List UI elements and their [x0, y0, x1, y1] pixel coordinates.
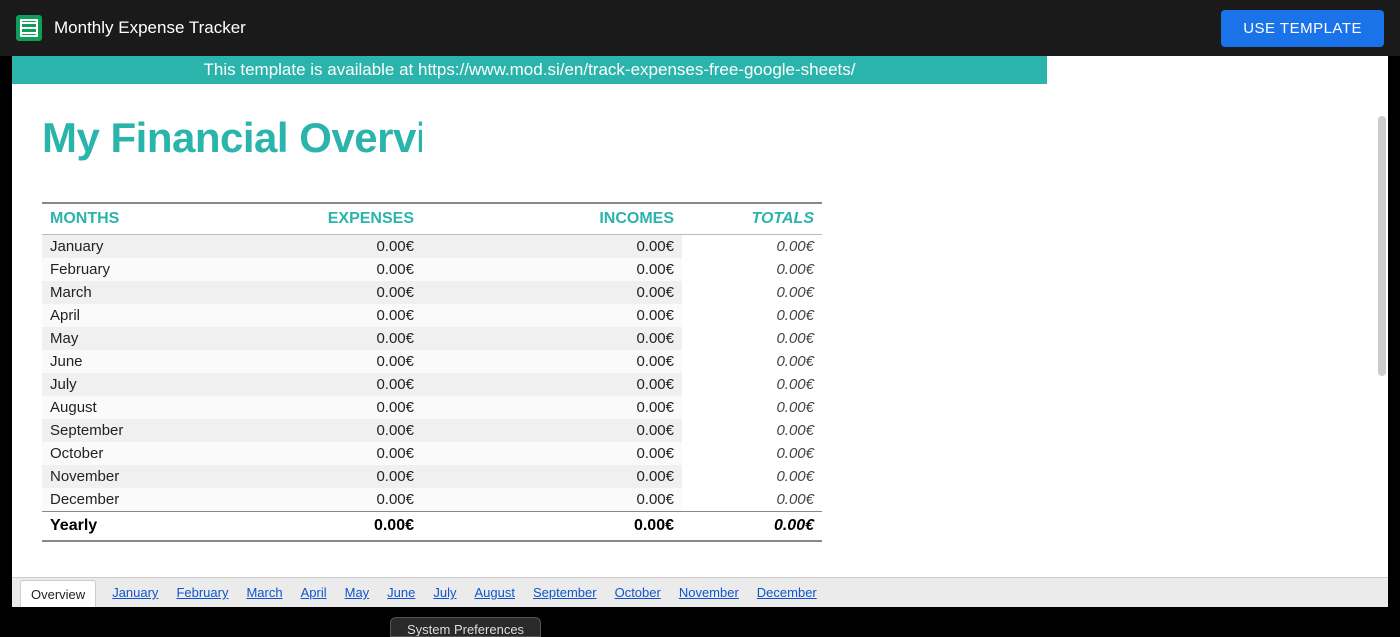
- cell-month[interactable]: May: [42, 327, 162, 350]
- cell-income[interactable]: 0.00€: [422, 258, 682, 281]
- info-banner: This template is available at https://ww…: [12, 56, 1047, 84]
- tab-may[interactable]: May: [345, 585, 370, 600]
- col-header-totals: TOTALS: [682, 203, 822, 235]
- yearly-label: Yearly: [42, 512, 162, 542]
- cell-month[interactable]: July: [42, 373, 162, 396]
- document-title: Monthly Expense Tracker: [54, 18, 246, 38]
- cell-expense[interactable]: 0.00€: [162, 373, 422, 396]
- cell-expense[interactable]: 0.00€: [162, 281, 422, 304]
- tab-april[interactable]: April: [301, 585, 327, 600]
- sheet-frame: This template is available at https://ww…: [12, 56, 1388, 607]
- tab-january[interactable]: January: [112, 585, 158, 600]
- table-row[interactable]: May0.00€0.00€0.00€: [42, 327, 822, 350]
- tab-december[interactable]: December: [757, 585, 817, 600]
- cell-expense[interactable]: 0.00€: [162, 419, 422, 442]
- cell-income[interactable]: 0.00€: [422, 304, 682, 327]
- cell-total[interactable]: 0.00€: [682, 327, 822, 350]
- yearly-incomes: 0.00€: [422, 512, 682, 542]
- cell-total[interactable]: 0.00€: [682, 419, 822, 442]
- tab-june[interactable]: June: [387, 585, 415, 600]
- table-row[interactable]: October0.00€0.00€0.00€: [42, 442, 822, 465]
- cell-month[interactable]: September: [42, 419, 162, 442]
- page-title: My Financial Overview: [42, 114, 422, 162]
- cell-income[interactable]: 0.00€: [422, 442, 682, 465]
- cell-total[interactable]: 0.00€: [682, 373, 822, 396]
- system-preferences-popup[interactable]: System Preferences: [390, 617, 541, 637]
- cell-month[interactable]: January: [42, 235, 162, 259]
- cell-income[interactable]: 0.00€: [422, 396, 682, 419]
- vertical-scrollbar-thumb[interactable]: [1378, 116, 1386, 376]
- yearly-total: 0.00€: [682, 512, 822, 542]
- table-row[interactable]: March0.00€0.00€0.00€: [42, 281, 822, 304]
- cell-total[interactable]: 0.00€: [682, 442, 822, 465]
- tab-november[interactable]: November: [679, 585, 739, 600]
- cell-month[interactable]: April: [42, 304, 162, 327]
- cell-expense[interactable]: 0.00€: [162, 396, 422, 419]
- cell-income[interactable]: 0.00€: [422, 488, 682, 512]
- table-row[interactable]: November0.00€0.00€0.00€: [42, 465, 822, 488]
- cell-month[interactable]: December: [42, 488, 162, 512]
- overview-table: MONTHS EXPENSES INCOMES TOTALS January0.…: [42, 202, 822, 542]
- cell-income[interactable]: 0.00€: [422, 235, 682, 259]
- table-row[interactable]: August0.00€0.00€0.00€: [42, 396, 822, 419]
- sheet-tabstrip: Overview January February March April May Jun…: [12, 577, 1388, 607]
- table-row[interactable]: February0.00€0.00€0.00€: [42, 258, 822, 281]
- cell-income[interactable]: 0.00€: [422, 350, 682, 373]
- topbar-left: Monthly Expense Tracker: [16, 15, 246, 41]
- cell-expense[interactable]: 0.00€: [162, 235, 422, 259]
- cell-expense[interactable]: 0.00€: [162, 327, 422, 350]
- table-row[interactable]: December0.00€0.00€0.00€: [42, 488, 822, 512]
- cell-total[interactable]: 0.00€: [682, 304, 822, 327]
- col-header-incomes: INCOMES: [422, 203, 682, 235]
- yearly-expenses: 0.00€: [162, 512, 422, 542]
- cell-expense[interactable]: 0.00€: [162, 442, 422, 465]
- content-area: My Financial Overview MONTHS EXPENSES IN…: [12, 84, 837, 542]
- cell-income[interactable]: 0.00€: [422, 281, 682, 304]
- table-row[interactable]: April0.00€0.00€0.00€: [42, 304, 822, 327]
- tab-february[interactable]: February: [176, 585, 228, 600]
- cell-income[interactable]: 0.00€: [422, 373, 682, 396]
- yearly-row: Yearly 0.00€ 0.00€ 0.00€: [42, 512, 822, 542]
- tab-march[interactable]: March: [246, 585, 282, 600]
- cell-total[interactable]: 0.00€: [682, 396, 822, 419]
- table-header-row: MONTHS EXPENSES INCOMES TOTALS: [42, 203, 822, 235]
- tab-july[interactable]: July: [433, 585, 456, 600]
- table-row[interactable]: September0.00€0.00€0.00€: [42, 419, 822, 442]
- cell-month[interactable]: June: [42, 350, 162, 373]
- cell-expense[interactable]: 0.00€: [162, 488, 422, 512]
- cell-expense[interactable]: 0.00€: [162, 350, 422, 373]
- col-header-months: MONTHS: [42, 203, 162, 235]
- cell-total[interactable]: 0.00€: [682, 488, 822, 512]
- col-header-expenses: EXPENSES: [162, 203, 422, 235]
- cell-month[interactable]: February: [42, 258, 162, 281]
- cell-total[interactable]: 0.00€: [682, 235, 822, 259]
- tab-overview[interactable]: Overview: [20, 580, 96, 608]
- topbar: Monthly Expense Tracker USE TEMPLATE: [0, 0, 1400, 56]
- tab-links-group: January February March April May June July Augu…: [112, 585, 817, 600]
- cell-total[interactable]: 0.00€: [682, 258, 822, 281]
- cell-month[interactable]: November: [42, 465, 162, 488]
- cell-income[interactable]: 0.00€: [422, 327, 682, 350]
- cell-month[interactable]: October: [42, 442, 162, 465]
- cell-income[interactable]: 0.00€: [422, 419, 682, 442]
- tab-august[interactable]: August: [475, 585, 515, 600]
- cell-expense[interactable]: 0.00€: [162, 304, 422, 327]
- table-row[interactable]: June0.00€0.00€0.00€: [42, 350, 822, 373]
- sheets-icon: [16, 15, 42, 41]
- cell-total[interactable]: 0.00€: [682, 465, 822, 488]
- cell-total[interactable]: 0.00€: [682, 281, 822, 304]
- cell-income[interactable]: 0.00€: [422, 465, 682, 488]
- table-row[interactable]: July0.00€0.00€0.00€: [42, 373, 822, 396]
- use-template-button[interactable]: USE TEMPLATE: [1221, 10, 1384, 47]
- cell-expense[interactable]: 0.00€: [162, 258, 422, 281]
- cell-expense[interactable]: 0.00€: [162, 465, 422, 488]
- cell-total[interactable]: 0.00€: [682, 350, 822, 373]
- cell-month[interactable]: March: [42, 281, 162, 304]
- tab-september[interactable]: September: [533, 585, 597, 600]
- cell-month[interactable]: August: [42, 396, 162, 419]
- tab-october[interactable]: October: [615, 585, 661, 600]
- table-row[interactable]: January0.00€0.00€0.00€: [42, 235, 822, 259]
